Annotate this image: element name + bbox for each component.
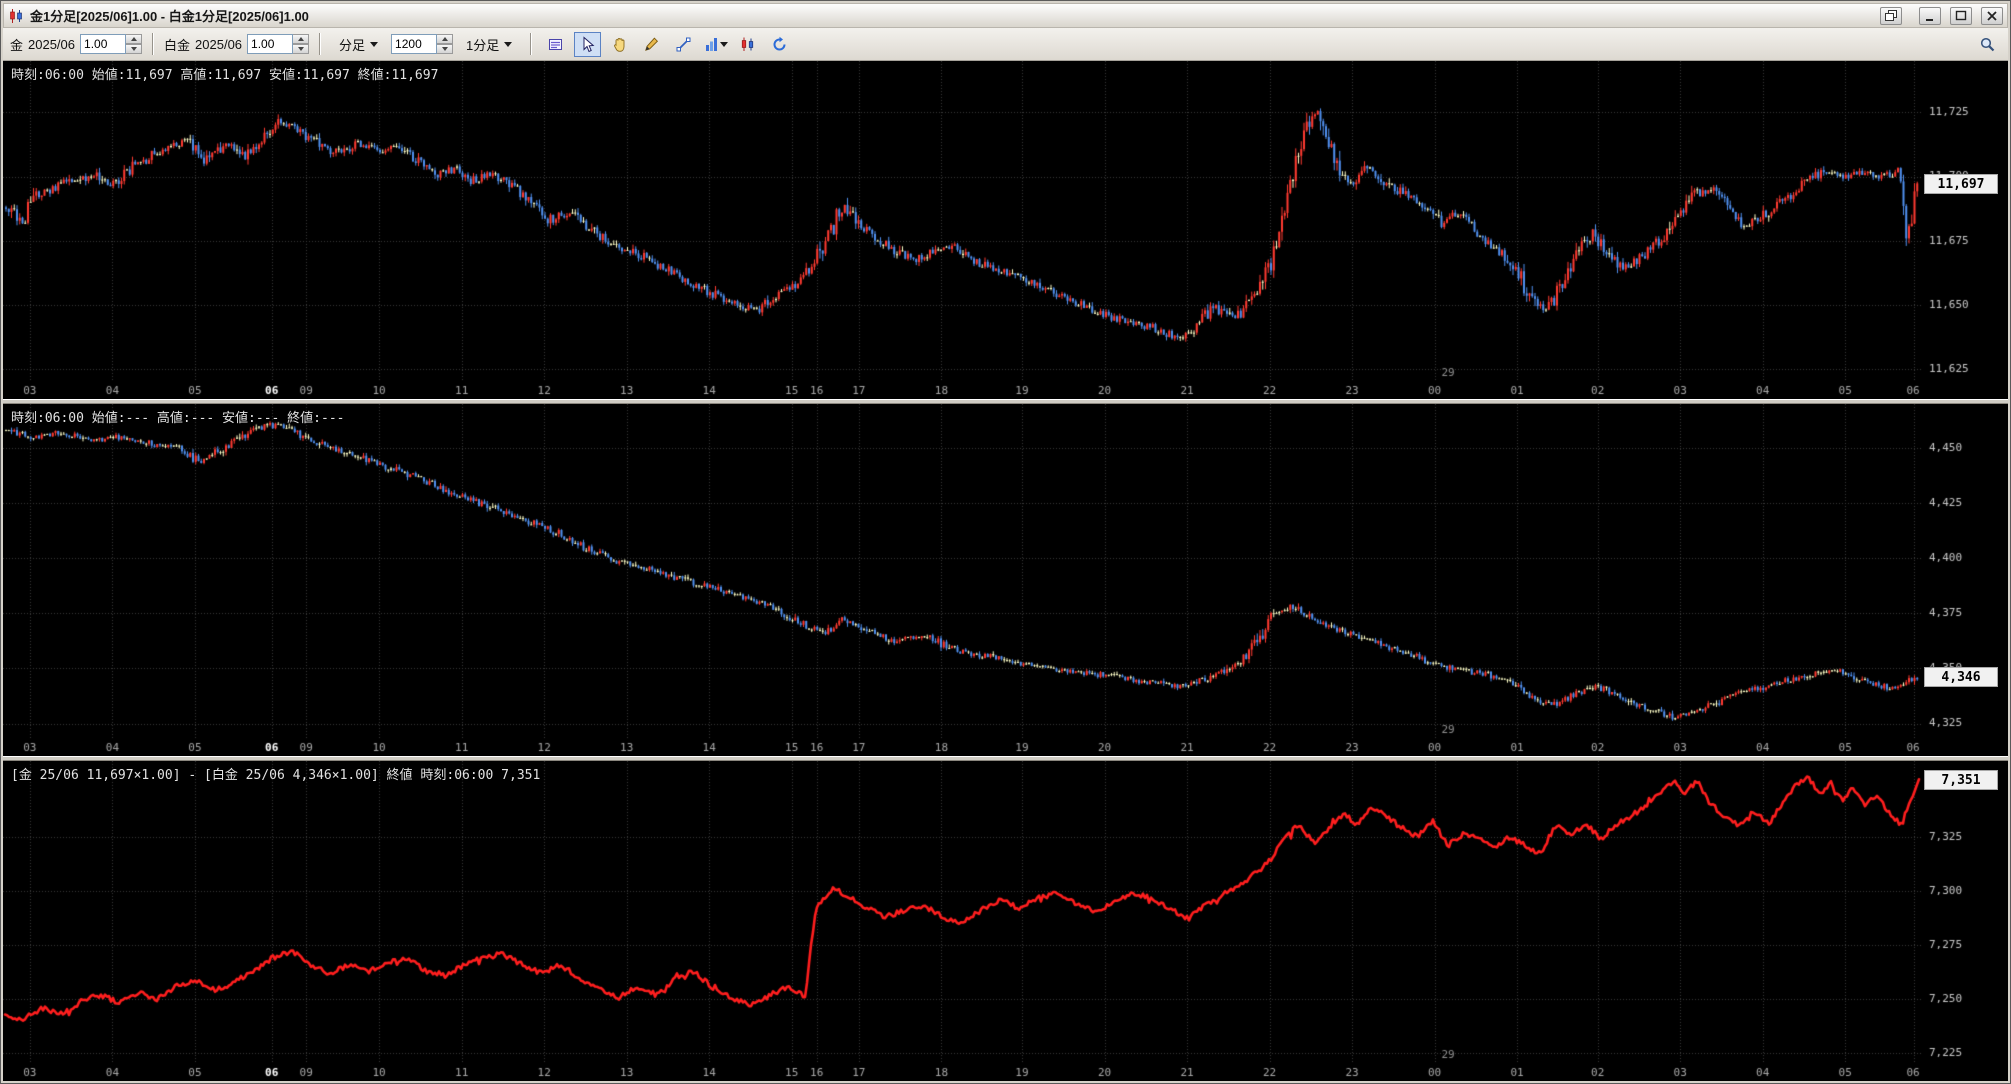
chart-type-button[interactable] <box>702 32 729 57</box>
panel-splitter[interactable] <box>3 399 2008 404</box>
hand-tool-button[interactable] <box>606 32 633 57</box>
bar-type-label: 分足 <box>339 37 366 53</box>
toolbar-separator <box>319 33 322 55</box>
chevron-down-icon <box>719 41 728 47</box>
chart-settings-button[interactable] <box>542 32 569 57</box>
platinum-multiplier-spin-up[interactable] <box>293 34 310 44</box>
toolbar: 金 2025/06 白金 2025/06 分足 <box>3 28 2008 61</box>
refresh-icon <box>773 36 786 50</box>
panel-splitter[interactable] <box>3 756 2008 761</box>
titlebar[interactable]: 金1分足[2025/06]1.00 - 白金1分足[2025/06]1.00 <box>3 3 2008 28</box>
detach-window-button[interactable] <box>1880 6 1902 25</box>
gold-symbol-label: 金 <box>10 37 24 53</box>
chevron-down-icon <box>504 41 513 47</box>
maximize-button[interactable] <box>1950 6 1972 25</box>
timeframe-dropdown[interactable]: 1分足 <box>458 33 520 55</box>
chevron-down-icon <box>370 41 379 47</box>
chart-area: 時刻:06:00 始値:11,697 高値:11,697 安値:11,697 終… <box>3 61 2008 1081</box>
bar-type-dropdown[interactable]: 分足 <box>331 33 386 55</box>
close-button[interactable] <box>1981 6 2003 25</box>
maximize-icon <box>1955 10 1967 20</box>
bar-count-spin-up[interactable] <box>437 34 454 44</box>
platinum-chart-panel: 時刻:06:00 始値:--- 高値:--- 安値:--- 終値:--- 4,3… <box>3 404 2008 756</box>
spread-chart-panel: [金 25/06 11,697×1.00] - [白金 25/06 4,346×… <box>3 761 2008 1081</box>
close-icon <box>1987 10 1997 21</box>
platinum-multiplier-input[interactable] <box>247 34 294 54</box>
gold-price-badge: 11,697 <box>1924 174 1998 195</box>
indicator-button[interactable] <box>734 32 761 57</box>
magnifier-icon <box>1980 37 1995 51</box>
bar-count-input[interactable] <box>391 34 438 54</box>
gold-chart-canvas[interactable] <box>3 61 2008 399</box>
float-window-icon <box>1885 10 1897 21</box>
window-title: 金1分足[2025/06]1.00 - 白金1分足[2025/06]1.00 <box>30 9 309 24</box>
chart-settings-icon <box>549 38 563 50</box>
gold-chart-panel: 時刻:06:00 始値:11,697 高値:11,697 安値:11,697 終… <box>3 61 2008 399</box>
gold-multiplier-input[interactable] <box>80 34 127 54</box>
toolbar-separator <box>152 33 155 55</box>
gold-contract-month: 2025/06 <box>28 36 76 52</box>
hand-icon <box>614 37 625 52</box>
down-arrow-icon <box>130 47 137 51</box>
platinum-price-badge: 4,346 <box>1924 667 1998 688</box>
platinum-multiplier-spinbox <box>247 34 310 54</box>
platinum-contract-month: 2025/06 <box>195 36 243 52</box>
gold-multiplier-spin-up[interactable] <box>126 34 143 44</box>
trendline-tool-button[interactable] <box>670 32 697 57</box>
pointer-icon <box>583 35 595 52</box>
minimize-icon <box>1926 18 1933 21</box>
up-arrow-icon <box>297 37 304 41</box>
app-window: 金1分足[2025/06]1.00 - 白金1分足[2025/06]1.00 金 <box>0 0 2011 1084</box>
app-icon <box>10 8 22 23</box>
trendline-icon <box>676 37 691 51</box>
search-button[interactable] <box>1974 32 2001 57</box>
spread-price-badge: 7,351 <box>1924 770 1998 791</box>
down-arrow-icon <box>441 47 448 51</box>
minimize-button[interactable] <box>1919 6 1941 25</box>
spread-chart-canvas[interactable] <box>3 761 2008 1081</box>
bar-count-spinbox <box>391 34 454 54</box>
pointer-tool-button[interactable] <box>574 31 602 57</box>
gold-multiplier-spin-down[interactable] <box>126 44 143 54</box>
candlestick-indicator-icon <box>742 37 754 51</box>
platinum-symbol-label: 白金 <box>164 37 191 53</box>
down-arrow-icon <box>297 47 304 51</box>
toolbar-separator <box>530 33 533 55</box>
bar-count-spin-down[interactable] <box>437 44 454 54</box>
gold-multiplier-spinbox <box>80 34 143 54</box>
platinum-chart-canvas[interactable] <box>3 404 2008 756</box>
refresh-button[interactable] <box>766 32 793 57</box>
timeframe-label: 1分足 <box>466 37 500 53</box>
up-arrow-icon <box>441 37 448 41</box>
up-arrow-icon <box>130 37 137 41</box>
pencil-tool-button[interactable] <box>638 32 665 57</box>
pencil-icon <box>645 37 659 51</box>
platinum-multiplier-spin-down[interactable] <box>293 44 310 54</box>
bar-chart-icon <box>705 38 717 51</box>
